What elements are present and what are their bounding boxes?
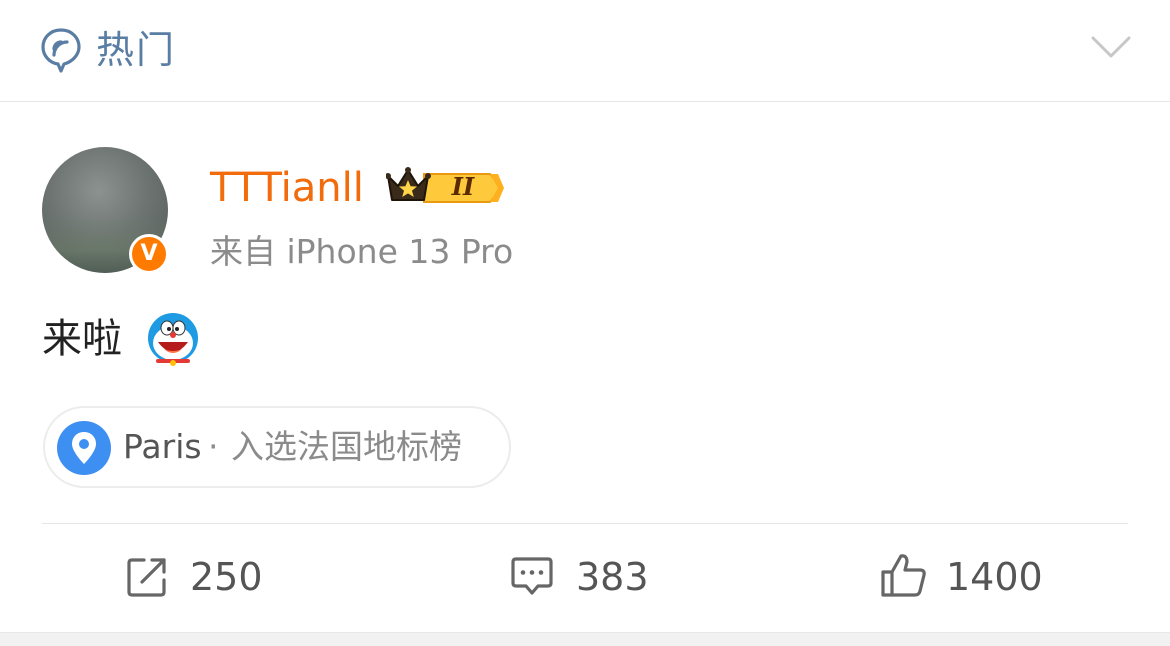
repost-icon (127, 558, 166, 597)
vip-level: II (451, 172, 475, 201)
author-name[interactable]: TTTianll (210, 162, 364, 214)
feed-header: 热门 (0, 0, 1170, 102)
post-text: 来啦 (42, 316, 122, 362)
location-separator: · (208, 427, 219, 466)
repost-button[interactable]: 250 (126, 550, 276, 604)
like-count: 1400 (946, 555, 1043, 599)
location-name: Paris (123, 427, 202, 466)
comment-button[interactable]: 383 (510, 550, 660, 604)
like-button[interactable]: 1400 (880, 550, 1050, 604)
thumbs-up-icon (881, 554, 926, 597)
comment-icon (511, 557, 553, 595)
divider (42, 523, 1128, 524)
doraemon-emoji (148, 313, 198, 366)
comment-count: 383 (576, 555, 649, 599)
post-source: 来自 iPhone 13 Pro (210, 232, 514, 271)
verified-badge-text: V (140, 241, 158, 266)
verified-badge: V (129, 234, 169, 274)
repost-count: 250 (190, 555, 263, 599)
hot-topic-icon (41, 28, 81, 73)
location-description: 入选法国地标榜 (231, 427, 462, 466)
chevron-down-icon[interactable] (1090, 34, 1132, 60)
bottom-separator (0, 632, 1170, 646)
header-title: 热门 (96, 28, 177, 72)
location-pin-icon (57, 421, 111, 475)
